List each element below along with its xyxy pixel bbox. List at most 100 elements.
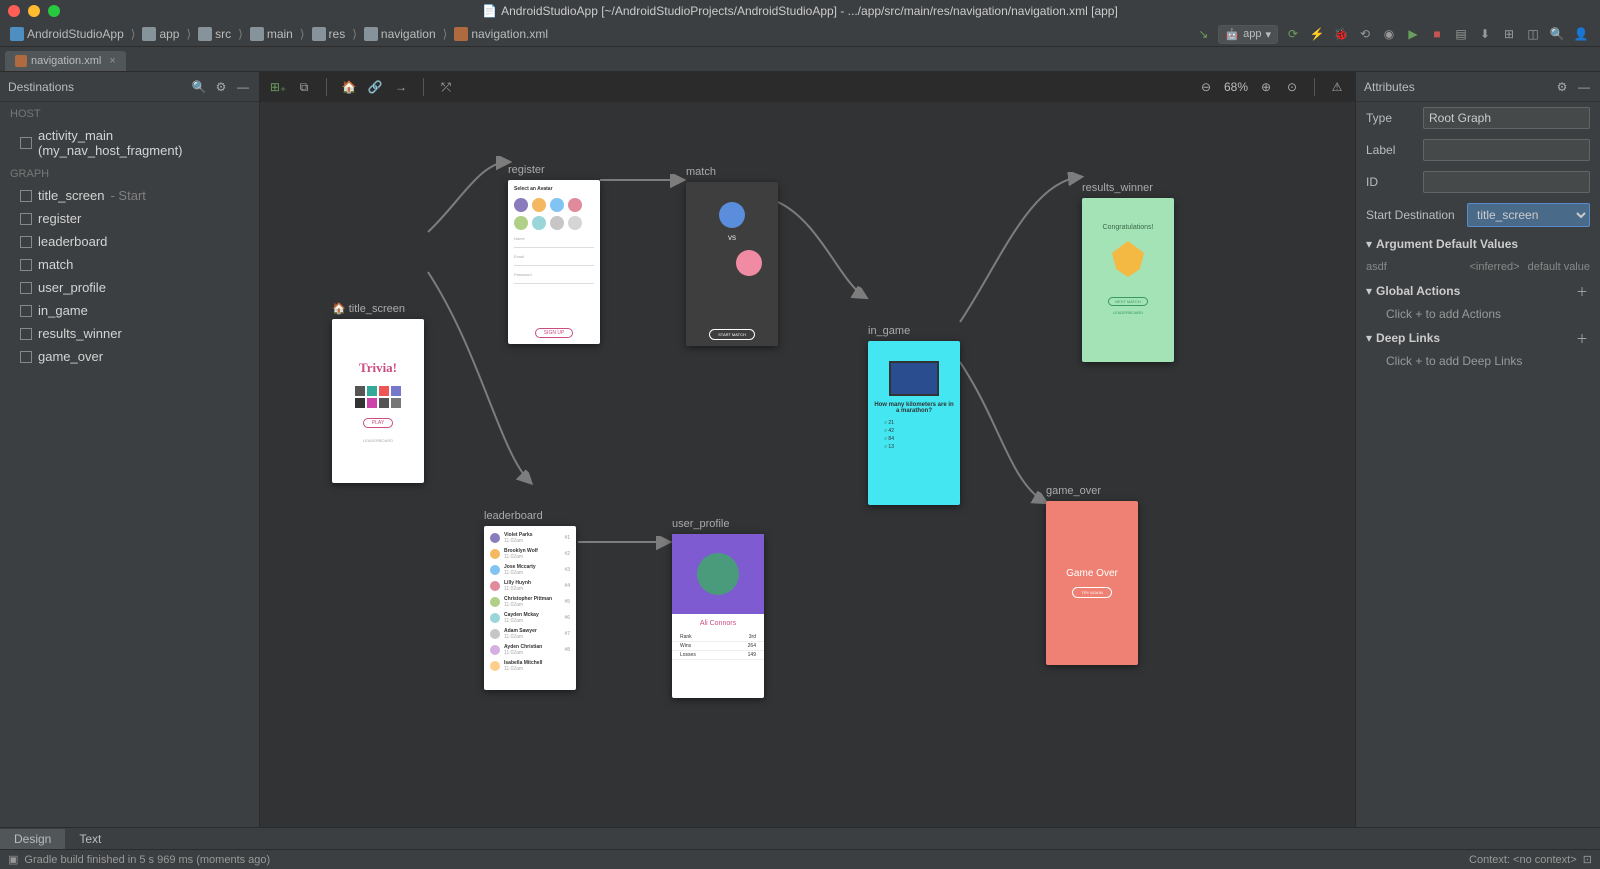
dest-match[interactable]: match VS START MATCH (686, 166, 778, 346)
build-icon[interactable]: ↘ (1194, 25, 1212, 43)
graph-section-label: GRAPH (0, 162, 259, 184)
context-label[interactable]: Context: <no context> (1469, 854, 1577, 866)
gear-icon[interactable]: ⚙ (213, 79, 229, 95)
tab-text[interactable]: Text (65, 829, 115, 849)
attributes-header: Attributes ⚙ — (1356, 72, 1600, 102)
dest-register[interactable]: register Select an Avatar Name Email Pas… (508, 164, 600, 344)
global-hint: Click + to add Actions (1356, 304, 1600, 325)
section-argdef[interactable]: Argument Default Values (1356, 232, 1600, 256)
attach-icon[interactable]: ▶ (1404, 25, 1422, 43)
tab-design[interactable]: Design (0, 829, 65, 849)
id-input[interactable] (1423, 171, 1590, 193)
profiler-icon[interactable]: ⟲ (1356, 25, 1374, 43)
graph-item-register[interactable]: register (0, 207, 259, 230)
event-log-icon[interactable]: ▣ (8, 853, 18, 866)
dest-in-game[interactable]: in_game How many kilometers are in a mar… (868, 325, 960, 505)
dest-game-over[interactable]: game_over Game Over TRY AGAIN (1046, 485, 1138, 665)
crumb-file[interactable]: navigation.xml (454, 27, 548, 41)
crumb-res[interactable]: res (312, 27, 346, 41)
main-toolbar: ↘ 🤖app ▾ ⟳ ⚡ 🐞 ⟲ ◉ ▶ ■ ▤ ⬇ ⊞ ◫ 🔍 👤 (1194, 25, 1590, 44)
add-deeplink-icon[interactable]: ＋ (1574, 330, 1590, 346)
search-destinations-icon[interactable]: 🔍 (191, 79, 207, 95)
link-icon[interactable]: 🔗 (367, 79, 383, 95)
search-icon[interactable]: 🔍 (1548, 25, 1566, 43)
crumb-main[interactable]: main (250, 27, 293, 41)
xml-icon (15, 55, 27, 67)
hide-attributes-icon[interactable]: — (1576, 79, 1592, 95)
attr-id: ID (1356, 166, 1600, 198)
minimize-window[interactable] (28, 5, 40, 17)
hide-panel-icon[interactable]: — (235, 79, 251, 95)
home-icon: 🏠 (332, 302, 346, 315)
type-input (1423, 107, 1590, 129)
graph-item-game-over[interactable]: game_over (0, 345, 259, 368)
stop-icon[interactable]: ■ (1428, 25, 1446, 43)
deep-hint: Click + to add Deep Links (1356, 351, 1600, 372)
sdk-icon[interactable]: ⬇ (1476, 25, 1494, 43)
debug-icon[interactable]: 🐞 (1332, 25, 1350, 43)
breadcrumb: AndroidStudioApp app src main res naviga… (10, 27, 548, 41)
resource-icon[interactable]: ◫ (1524, 25, 1542, 43)
graph-item-title-screen[interactable]: title_screen - Start (0, 184, 259, 207)
tab-label: navigation.xml (31, 55, 101, 67)
window-controls (8, 5, 60, 17)
start-destination-select[interactable]: title_screen (1467, 203, 1590, 227)
run-icon[interactable]: ⚡ (1308, 25, 1326, 43)
crumb-project[interactable]: AndroidStudioApp (10, 27, 124, 41)
graph-item-match[interactable]: match (0, 253, 259, 276)
graph-item-in-game[interactable]: in_game (0, 299, 259, 322)
close-tab-icon[interactable]: × (109, 55, 115, 67)
dest-results-winner[interactable]: results_winner Congratulations! NEXT MAT… (1082, 182, 1174, 362)
action-icon[interactable]: → (393, 79, 409, 95)
crumb-navigation[interactable]: navigation (364, 27, 436, 41)
settings-icon[interactable]: ⚙ (1554, 79, 1570, 95)
zoom-level: 68% (1224, 80, 1248, 94)
coverage-icon[interactable]: ◉ (1380, 25, 1398, 43)
auto-arrange-icon[interactable]: ⤱ (438, 79, 454, 95)
attr-start: Start Destinationtitle_screen (1356, 198, 1600, 232)
host-item[interactable]: activity_main (my_nav_host_fragment) (0, 124, 259, 162)
dest-leaderboard[interactable]: leaderboard Violet Parks11:02am#1Brookly… (484, 510, 576, 690)
graph-item-leaderboard[interactable]: leaderboard (0, 230, 259, 253)
editor-mode-tabs: Design Text (0, 827, 1600, 849)
warnings-icon[interactable]: ⚠ (1329, 79, 1345, 95)
run-config-select[interactable]: 🤖app ▾ (1218, 25, 1278, 44)
zoom-fit-icon[interactable]: ⊙ (1284, 79, 1300, 95)
user-icon[interactable]: 👤 (1572, 25, 1590, 43)
close-window[interactable] (8, 5, 20, 17)
window-title: 📄AndroidStudioApp [~/AndroidStudioProjec… (482, 4, 1118, 18)
nav-canvas[interactable]: 🏠title_screen Trivia! PLAY LEADERBOARD r… (260, 102, 1355, 827)
add-destination-icon[interactable]: ⊞₊ (270, 79, 286, 95)
sync-icon[interactable]: ⟳ (1284, 25, 1302, 43)
canvas: ⊞₊ ⧉ 🏠 🔗 → ⤱ ⊖ 68% ⊕ ⊙ ⚠ (260, 72, 1355, 827)
section-deep-links[interactable]: Deep Links＋ (1356, 325, 1600, 351)
zoom-out-icon[interactable]: ⊖ (1198, 79, 1214, 95)
section-global-actions[interactable]: Global Actions＋ (1356, 278, 1600, 304)
argdef-header-row: asdf<inferred>default value (1356, 256, 1600, 278)
graph-item-user-profile[interactable]: user_profile (0, 276, 259, 299)
graph-item-results-winner[interactable]: results_winner (0, 322, 259, 345)
dest-title-screen[interactable]: 🏠title_screen Trivia! PLAY LEADERBOARD (332, 302, 424, 483)
tab-navigation-xml[interactable]: navigation.xml × (5, 51, 126, 71)
host-section-label: HOST (0, 102, 259, 124)
destinations-header: Destinations 🔍 ⚙ — (0, 72, 259, 102)
nested-graph-icon[interactable]: ⧉ (296, 79, 312, 95)
attr-type: Type (1356, 102, 1600, 134)
attr-label: Label (1356, 134, 1600, 166)
crumb-app[interactable]: app (142, 27, 179, 41)
zoom-in-icon[interactable]: ⊕ (1258, 79, 1274, 95)
home-icon[interactable]: 🏠 (341, 79, 357, 95)
canvas-toolbar: ⊞₊ ⧉ 🏠 🔗 → ⤱ ⊖ 68% ⊕ ⊙ ⚠ (260, 72, 1355, 102)
label-input[interactable] (1423, 139, 1590, 161)
titlebar: 📄AndroidStudioApp [~/AndroidStudioProjec… (0, 0, 1600, 22)
crumb-src[interactable]: src (198, 27, 231, 41)
dest-user-profile[interactable]: user_profile Ali Connors Rank3rd Wins264… (672, 518, 764, 698)
add-action-icon[interactable]: ＋ (1574, 283, 1590, 299)
editor-tabs: navigation.xml × (0, 47, 1600, 72)
maximize-window[interactable] (48, 5, 60, 17)
goto-icon[interactable]: ⊡ (1583, 854, 1592, 866)
structure-icon[interactable]: ⊞ (1500, 25, 1518, 43)
status-message: Gradle build finished in 5 s 969 ms (mom… (24, 854, 270, 866)
avd-icon[interactable]: ▤ (1452, 25, 1470, 43)
statusbar: ▣ Gradle build finished in 5 s 969 ms (mo… (0, 849, 1600, 869)
